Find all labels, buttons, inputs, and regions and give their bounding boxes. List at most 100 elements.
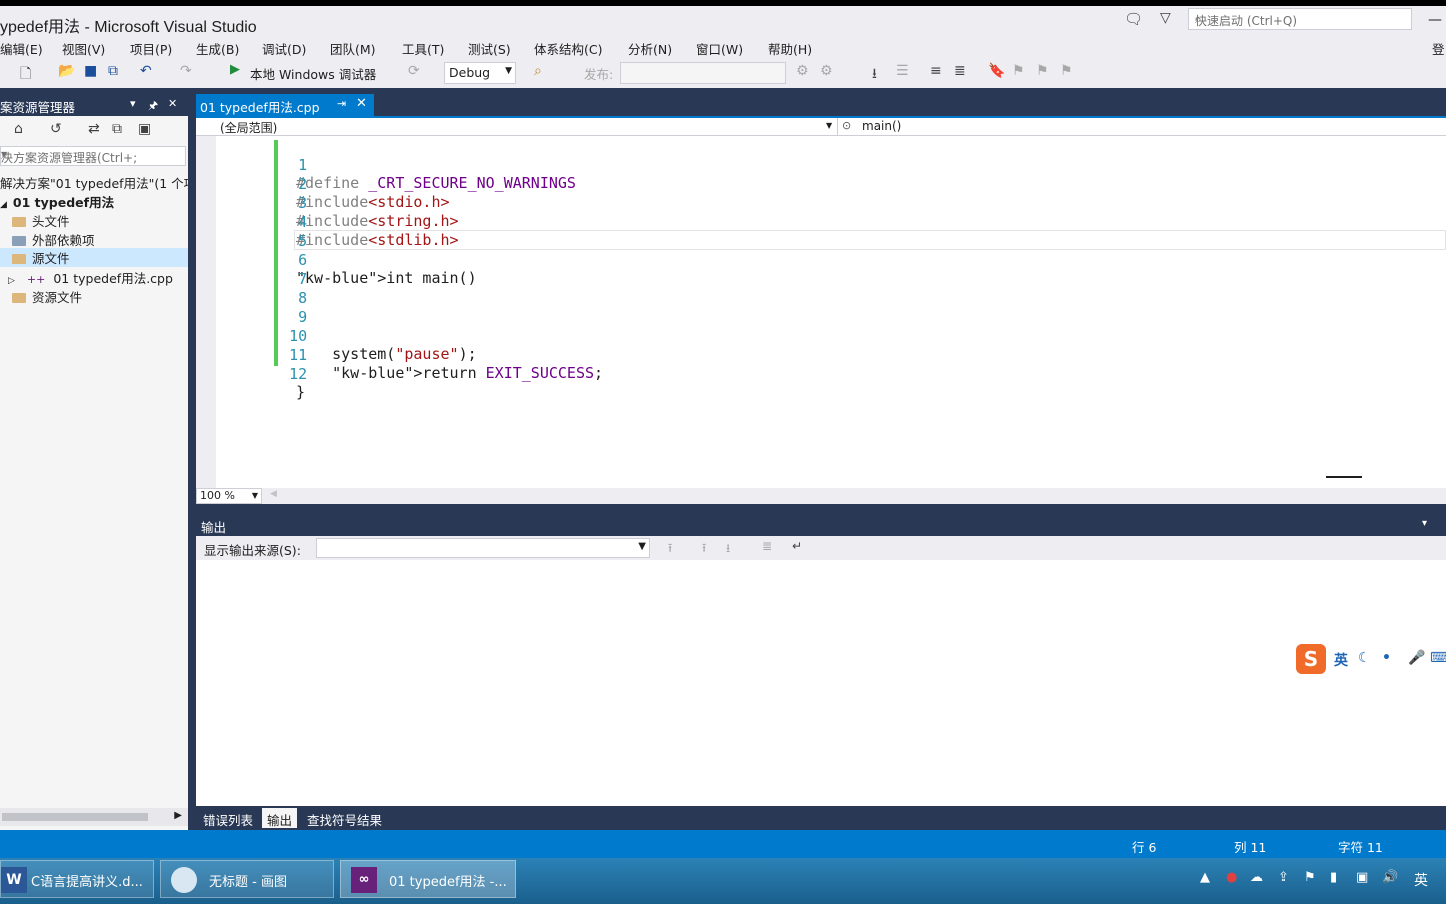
settings-icon[interactable]: ⚙ xyxy=(820,63,833,79)
chevron-down-icon[interactable]: ▾ xyxy=(1422,518,1427,529)
tab-error-list[interactable]: 错误列表 xyxy=(198,808,258,828)
output-source-select[interactable]: ▼ xyxy=(316,538,650,558)
undo-icon[interactable]: ↶ xyxy=(140,63,152,79)
sogou-logo-icon[interactable]: S xyxy=(1296,644,1326,674)
ime-toolbar[interactable]: S 英 ☾ • 🎤 ⌨ xyxy=(1296,644,1446,674)
web-icon[interactable]: ⚙ xyxy=(796,63,809,79)
redo-icon[interactable]: ↷ xyxy=(180,63,192,79)
feedback-icon[interactable]: 🗨 xyxy=(1124,10,1143,28)
taskbar-word[interactable]: W C语言提高讲义.d... xyxy=(0,860,154,898)
show-hidden-icons-icon[interactable]: ▲ xyxy=(1200,870,1210,885)
clear-bookmarks-icon[interactable]: ⚑ xyxy=(1060,63,1073,79)
tree-item-resource-files[interactable]: 资源文件 xyxy=(12,287,82,306)
menu-tools[interactable]: 工具(T) xyxy=(402,39,444,58)
moon-icon[interactable]: ☾ xyxy=(1358,650,1371,666)
home-icon[interactable]: ⌂ xyxy=(14,121,23,137)
editor-tab-active[interactable]: 01 typedef用法.cpp ⇥ ✕ xyxy=(196,94,374,116)
solution-search-input[interactable]: 决方案资源管理器(Ctrl+; ⌕ ▼ xyxy=(0,146,186,166)
uncomment-icon[interactable]: ≣ xyxy=(954,63,966,79)
login-link[interactable]: 登 xyxy=(1432,39,1445,58)
menu-build[interactable]: 生成(B) xyxy=(196,39,239,58)
resize-grip xyxy=(1326,476,1362,478)
keyboard-icon[interactable]: ⌨ xyxy=(1430,650,1446,666)
taskbar-paint[interactable]: 无标题 - 画图 xyxy=(160,860,334,898)
device-icon[interactable]: ▮ xyxy=(1330,870,1337,885)
minimize-button[interactable]: — xyxy=(1428,12,1442,28)
tab-output[interactable]: 输出 xyxy=(262,808,298,828)
collapse-icon[interactable]: ⧉ xyxy=(112,121,122,137)
menu-edit[interactable]: 编辑(E) xyxy=(0,39,43,58)
bookmark-icon[interactable]: 🔖 xyxy=(988,63,1005,79)
antivirus-icon[interactable]: ● xyxy=(1226,870,1237,885)
start-debug-button[interactable]: 本地 Windows 调试器 xyxy=(250,64,376,83)
word-wrap-icon[interactable]: ↵ xyxy=(792,539,802,553)
panel-splitter[interactable] xyxy=(188,88,196,830)
volume-icon[interactable]: 🔊 xyxy=(1382,870,1398,885)
tab-find-symbol-results[interactable]: 查找符号结果 xyxy=(302,808,387,828)
indent-icon[interactable]: ☰ xyxy=(896,63,909,79)
scrollbar-thumb[interactable] xyxy=(2,813,148,821)
menu-debug[interactable]: 调试(D) xyxy=(262,39,306,58)
tree-item-external-deps[interactable]: 外部依赖项 xyxy=(12,230,95,249)
expand-icon[interactable]: ◢ xyxy=(0,200,7,210)
sync-icon[interactable]: ⇄ xyxy=(88,121,100,137)
save-icon[interactable]: ■ xyxy=(84,63,97,79)
punctuation-icon[interactable]: • xyxy=(1382,650,1391,666)
refresh-icon[interactable]: ⟳ xyxy=(408,63,420,79)
input-language[interactable]: 英 xyxy=(1414,870,1428,890)
open-file-icon[interactable]: 📂 xyxy=(58,63,75,79)
menu-architecture[interactable]: 体系结构(C) xyxy=(534,39,602,58)
pin-icon[interactable]: ⇥ xyxy=(337,97,346,110)
close-icon[interactable]: ✕ xyxy=(168,97,177,110)
network-icon[interactable]: ▣ xyxy=(1356,870,1368,885)
expand-icon[interactable]: ▷ xyxy=(8,276,15,286)
tree-item-source-files[interactable]: 源文件 xyxy=(0,248,188,267)
publish-target-select[interactable] xyxy=(620,62,786,84)
next-bookmark-icon[interactable]: ⚑ xyxy=(1036,63,1049,79)
scroll-left-icon[interactable]: ◀ xyxy=(270,489,277,499)
next-message-icon[interactable]: ⭳ xyxy=(726,539,730,560)
ime-mode[interactable]: 英 xyxy=(1334,650,1348,670)
menu-project[interactable]: 项目(P) xyxy=(130,39,172,58)
menu-help[interactable]: 帮助(H) xyxy=(768,39,812,58)
chevron-down-icon[interactable]: ▾ xyxy=(130,97,136,110)
taskbar-visual-studio[interactable]: ∞ 01 typedef用法 -... xyxy=(340,860,516,898)
horizontal-scrollbar[interactable]: ▶ xyxy=(0,808,188,826)
menu-analyze[interactable]: 分析(N) xyxy=(628,39,672,58)
find-in-files-icon[interactable]: ⌕ xyxy=(534,63,542,79)
output-text-area[interactable] xyxy=(196,560,1446,806)
scope-dropdown[interactable]: (全局范围) ▼ xyxy=(196,118,838,136)
scroll-right-icon[interactable]: ▶ xyxy=(174,810,182,821)
prev-message-icon[interactable]: ⭱ xyxy=(702,539,706,560)
goto-icon[interactable]: ⭱ xyxy=(668,539,672,560)
comment-icon[interactable]: ≡ xyxy=(930,63,942,79)
menu-team[interactable]: 团队(M) xyxy=(330,39,376,58)
menu-view[interactable]: 视图(V) xyxy=(62,39,105,58)
tree-item-cpp-file[interactable]: ▷ ++ 01 typedef用法.cpp xyxy=(8,268,173,287)
history-icon[interactable]: ↺ xyxy=(50,121,62,137)
menu-test[interactable]: 测试(S) xyxy=(468,39,511,58)
filter-icon[interactable]: ▽ xyxy=(1160,10,1171,26)
chevron-down-icon[interactable]: ▼ xyxy=(1,150,182,159)
start-debug-icon[interactable]: ▶ xyxy=(230,62,240,77)
save-all-icon[interactable]: ⧉ xyxy=(108,63,118,79)
menu-window[interactable]: 窗口(W) xyxy=(696,39,743,58)
cloud-icon[interactable]: ☁ xyxy=(1250,870,1263,885)
code-editor[interactable]: 1 #define _CRT_SECURE_NO_WARNINGS 2 #inc… xyxy=(196,136,1446,488)
tree-project[interactable]: ◢ 01 typedef用法 xyxy=(0,192,114,211)
step-icon[interactable]: ⭳ xyxy=(872,63,877,87)
close-icon[interactable]: ✕ xyxy=(356,96,367,111)
pin-icon[interactable]: 🖈 xyxy=(148,97,158,116)
flag-icon[interactable]: ⚑ xyxy=(1304,870,1316,885)
tree-solution[interactable]: 解决方案"01 typedef用法"(1 个项 xyxy=(0,173,196,192)
clear-all-icon[interactable]: ≣ xyxy=(762,539,772,553)
quick-launch-input[interactable]: 快速启动 (Ctrl+Q) ⌕ xyxy=(1188,8,1412,30)
microphone-icon[interactable]: 🎤 xyxy=(1408,650,1425,666)
new-project-icon[interactable]: 🗋 xyxy=(20,63,31,87)
upload-icon[interactable]: ⇪ xyxy=(1278,870,1289,885)
prev-bookmark-icon[interactable]: ⚑ xyxy=(1012,63,1025,79)
show-all-icon[interactable]: ▣ xyxy=(138,121,151,137)
tree-item-headers[interactable]: 头文件 xyxy=(12,211,70,230)
configuration-select[interactable]: Debug ▼ xyxy=(444,62,516,84)
zoom-select[interactable]: 100 % ▼ xyxy=(196,488,262,504)
